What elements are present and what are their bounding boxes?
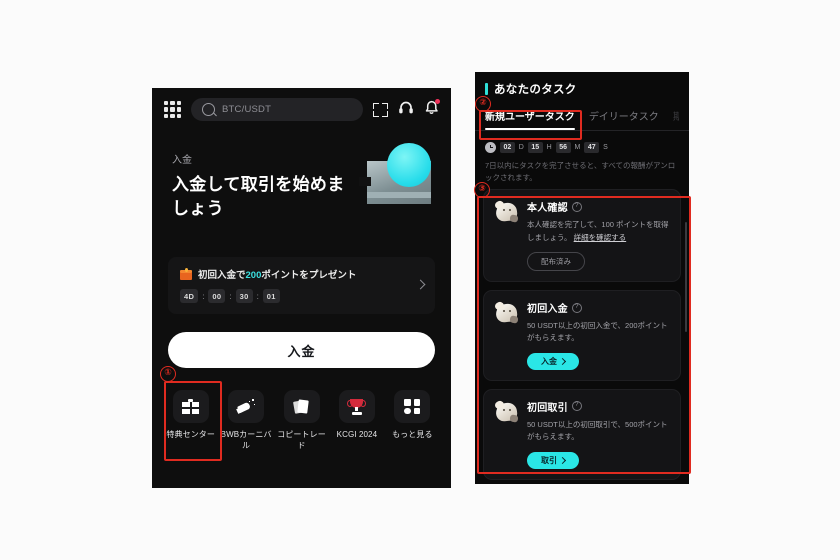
promo-text-before: 初回入金で bbox=[198, 270, 246, 281]
task-description: 本人確認を完了して、100 ポイントを取得しましょう。 詳細を確認する bbox=[527, 219, 670, 244]
quick-action-label: KCGI 2024 bbox=[336, 430, 378, 439]
quick-action-bwb-carnival[interactable]: BWBカーニバル bbox=[219, 390, 272, 452]
countdown-minutes: 56 bbox=[555, 142, 571, 153]
clock-icon bbox=[485, 142, 496, 153]
chevron-right-icon bbox=[558, 357, 567, 365]
search-value: BTC/USDT bbox=[222, 104, 272, 115]
left-topbar: BTC/USDT bbox=[152, 88, 451, 129]
quick-action-kcgi[interactable]: KCGI 2024 bbox=[330, 390, 383, 452]
tasks-tab-bar: 新規ユーザータスク デイリータスク 期間 bbox=[475, 100, 689, 131]
countdown-seconds: 47 bbox=[584, 142, 600, 153]
page-title: 入金して取引を始めましょう bbox=[172, 175, 345, 219]
quick-action-label: BWBカーニバル bbox=[220, 430, 272, 450]
search-input[interactable]: BTC/USDT bbox=[191, 98, 363, 121]
promo-countdown: 4D : 00 : 30 : 01 bbox=[180, 289, 423, 303]
promo-highlight: 200 bbox=[245, 270, 262, 281]
quick-action-label: 特典センター bbox=[166, 430, 215, 439]
task-title: 初回取引 bbox=[527, 402, 568, 414]
task-action-label: 入金 bbox=[541, 356, 557, 366]
countdown-hours-unit: H bbox=[546, 144, 552, 151]
countdown-minutes: 30 bbox=[235, 289, 253, 303]
promo-text: 初回入金で200ポイントをプレゼント bbox=[198, 267, 356, 281]
bell-icon[interactable] bbox=[424, 98, 440, 120]
left-phone-screen: BTC/USDT 入金 入金して取引を始めましょう 初回入金で200ポイントをプ… bbox=[152, 88, 451, 488]
promo-banner[interactable]: 初回入金で200ポイントをプレゼント 4D : 00 : 30 : 01 bbox=[168, 257, 435, 314]
more-grid-icon bbox=[404, 399, 421, 414]
right-phone-screen: あなたのタスク 新規ユーザータスク デイリータスク 期間 02 D 15 H 5… bbox=[475, 72, 689, 484]
hero-section: 入金 入金して取引を始めましょう bbox=[152, 129, 451, 243]
tab-new-user-tasks[interactable]: 新規ユーザータスク bbox=[485, 108, 575, 130]
tasks-title: あなたのタスク bbox=[494, 84, 577, 96]
task-description: 50 USDT以上の初回取引で、500ポイントがもらえます。 bbox=[527, 419, 668, 442]
task-action-button[interactable]: 入金 bbox=[527, 352, 579, 370]
task-title: 初回入金 bbox=[527, 304, 568, 315]
deposit-button[interactable]: 入金 bbox=[168, 332, 435, 368]
task-row[interactable]: 初回取引 ? 50 USDT以上の初回取引で、500ポイントがもらえます。 取引 bbox=[483, 388, 681, 480]
grid-menu-icon[interactable] bbox=[164, 101, 181, 118]
tasks-note: 7日以内にタスクを完了させると、すべての報酬がアンロックされます。 bbox=[485, 161, 676, 182]
bear-mascot-icon bbox=[493, 300, 519, 325]
countdown-days: 4D bbox=[180, 289, 199, 303]
quick-action-label: もっと見る bbox=[392, 430, 433, 439]
countdown-hours: 15 bbox=[527, 142, 543, 153]
countdown-hours: 00 bbox=[208, 289, 226, 303]
trophy-icon bbox=[347, 398, 367, 415]
notification-dot bbox=[435, 98, 440, 104]
annotation-number-2: ② bbox=[475, 96, 491, 112]
countdown-minutes-unit: M bbox=[574, 144, 581, 151]
bear-mascot-icon bbox=[493, 200, 519, 224]
gift-box-icon bbox=[180, 267, 192, 280]
tasks-header: あなたのタスク bbox=[475, 72, 689, 100]
tab-period[interactable]: 期間 bbox=[673, 108, 679, 130]
wallet-card-illustration bbox=[359, 139, 437, 209]
task-row[interactable]: 本人確認 ? 本人確認を完了して、100 ポイントを取得しましょう。 詳細を確認… bbox=[483, 189, 681, 282]
question-mark-icon[interactable]: ? bbox=[571, 302, 582, 313]
task-detail-link[interactable]: 詳細を確認する bbox=[574, 233, 627, 242]
task-row[interactable]: 初回入金 ? 50 USDT以上の初回入金で、200ポイントがもらえます。 入金 bbox=[483, 290, 681, 381]
annotation-number-3: ③ bbox=[474, 182, 490, 198]
megaphone-icon bbox=[236, 398, 256, 415]
task-description: 50 USDT以上の初回入金で、200ポイントがもらえます。 bbox=[527, 321, 668, 343]
quick-action-rewards-center[interactable]: 特典センター bbox=[164, 390, 217, 452]
headset-icon[interactable] bbox=[398, 100, 414, 120]
quick-actions-row: 特典センター BWBカーニバル コピートレード KCGI 2024 もっと見る bbox=[164, 390, 439, 452]
task-title: 本人確認 bbox=[527, 203, 568, 215]
gift-icon bbox=[182, 399, 200, 414]
copy-trade-icon bbox=[292, 398, 310, 415]
annotation-number-1: ① bbox=[160, 366, 176, 382]
tasks-countdown: 02 D 15 H 56 M 47 S bbox=[475, 131, 689, 153]
question-mark-icon[interactable]: ? bbox=[571, 401, 582, 412]
countdown-days: 02 bbox=[500, 142, 515, 153]
scrollbar-thumb[interactable] bbox=[684, 222, 687, 332]
countdown-seconds: 01 bbox=[262, 289, 280, 303]
countdown-days-unit: D bbox=[518, 144, 524, 151]
countdown-seconds-unit: S bbox=[603, 144, 608, 151]
quick-action-more[interactable]: もっと見る bbox=[386, 390, 439, 452]
tab-daily-tasks[interactable]: デイリータスク bbox=[589, 108, 659, 130]
quick-action-label: コピートレード bbox=[277, 430, 326, 450]
task-action-button[interactable]: 取引 bbox=[527, 451, 579, 469]
bear-mascot-icon bbox=[493, 399, 519, 424]
search-icon bbox=[202, 103, 215, 116]
task-list: 本人確認 ? 本人確認を完了して、100 ポイントを取得しましょう。 詳細を確認… bbox=[475, 183, 689, 480]
quick-action-copy-trade[interactable]: コピートレード bbox=[275, 390, 328, 452]
question-mark-icon[interactable]: ? bbox=[571, 201, 582, 212]
header-accent-bar bbox=[485, 83, 488, 95]
chevron-right-icon bbox=[558, 456, 567, 464]
scan-qr-icon[interactable] bbox=[373, 102, 388, 117]
promo-text-after: ポイントをプレゼント bbox=[261, 270, 357, 281]
task-action-label: 取引 bbox=[541, 455, 557, 465]
task-action-button[interactable]: 配布済み bbox=[527, 252, 585, 271]
